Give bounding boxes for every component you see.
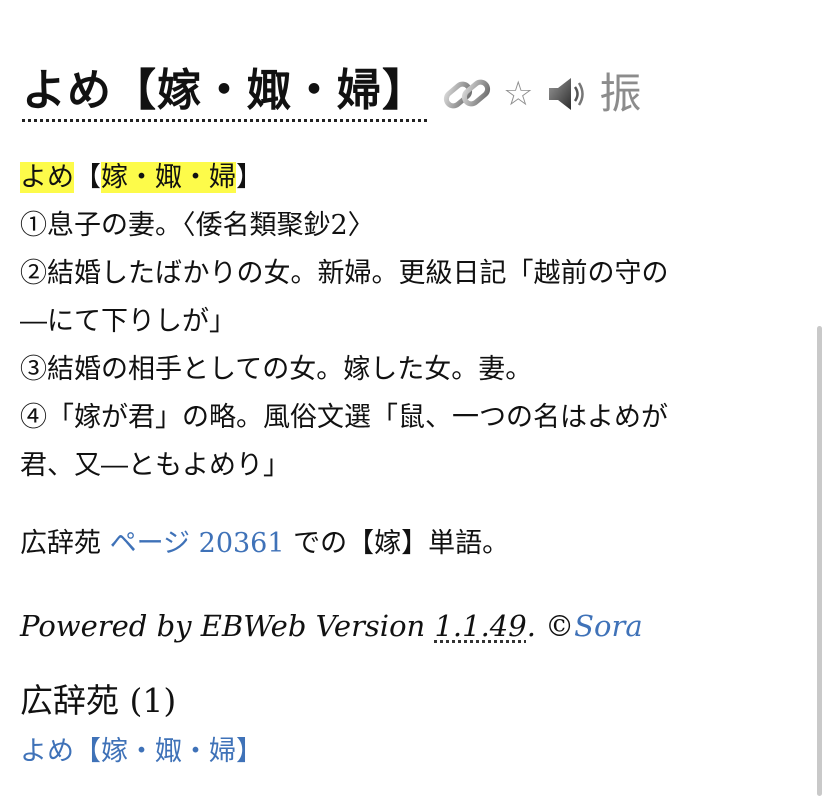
definition-line-6: 君、又―ともよめり」 bbox=[20, 450, 290, 481]
definition-line-1: ①息子の妻。〈倭名類聚鈔2〉 bbox=[20, 210, 375, 241]
page-title: よめ【嫁・娵・婦】 bbox=[22, 65, 427, 122]
powered-by: Powered by EBWeb Version 1.1.49. ©Sora bbox=[20, 604, 643, 648]
scrollbar[interactable] bbox=[817, 326, 822, 796]
title-row: よめ【嫁・娵・婦】 ☆ 振 bbox=[22, 62, 642, 122]
version-number[interactable]: 1.1.49 bbox=[434, 609, 526, 643]
author-link[interactable]: Sora bbox=[574, 609, 642, 643]
toolbar: ☆ 振 bbox=[441, 66, 642, 122]
definition-line-2: ②結婚したばかりの女。新婦。更級日記「越前の守の bbox=[20, 258, 669, 289]
dictionary-entry: よめ【嫁・娵・婦】 ①息子の妻。〈倭名類聚鈔2〉 ②結婚したばかりの女。新婦。更… bbox=[20, 154, 810, 490]
bracket-open: 【 bbox=[74, 162, 101, 193]
highlight-kanji: 嫁・娵・婦 bbox=[101, 162, 236, 193]
source-suffix: での【嫁】単語。 bbox=[293, 528, 510, 559]
definition-line-3: ―にて下りしが」 bbox=[20, 306, 236, 337]
definition-line-4: ③結婚の相手としての女。嫁した女。妻。 bbox=[20, 354, 533, 385]
bracket-close: 】 bbox=[236, 162, 263, 193]
furigana-toggle-button[interactable]: 振 bbox=[599, 71, 641, 117]
speaker-icon[interactable] bbox=[543, 73, 589, 115]
copyright-prefix: . © bbox=[526, 609, 575, 643]
page-link[interactable]: ページ 20361 bbox=[110, 528, 285, 559]
powered-prefix: Powered by EBWeb Version bbox=[20, 609, 435, 643]
entry-heading: よめ【嫁・娵・婦】 bbox=[20, 154, 810, 202]
highlight-reading: よめ bbox=[20, 162, 74, 193]
source-line: 広辞苑 ページ 20361 での【嫁】単語。 bbox=[20, 522, 509, 566]
star-icon[interactable]: ☆ bbox=[503, 74, 533, 114]
result-item-link[interactable]: よめ【嫁・娵・婦】 bbox=[20, 730, 263, 774]
result-dict-heading: 広辞苑 (1) bbox=[20, 681, 177, 720]
source-dict-name: 広辞苑 bbox=[20, 528, 101, 559]
link-icon[interactable] bbox=[441, 74, 493, 114]
definition-line-5: ④「嫁が君」の略。風俗文選「鼠、一つの名はよめが bbox=[20, 402, 668, 433]
